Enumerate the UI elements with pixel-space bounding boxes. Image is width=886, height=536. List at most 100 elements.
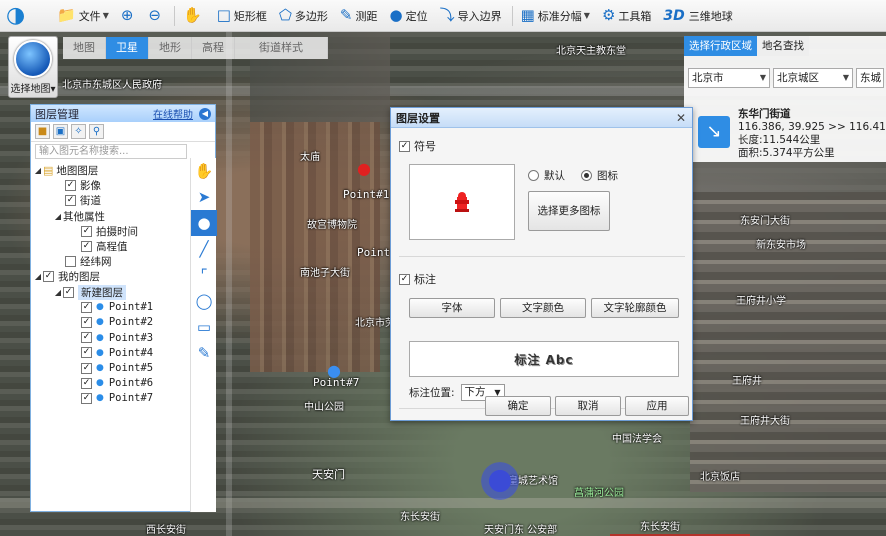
- polyline-tool[interactable]: ⌜: [191, 262, 217, 288]
- checkbox[interactable]: ✓: [81, 316, 92, 328]
- ok-button[interactable]: 确定: [485, 396, 551, 416]
- map-marker-hydrant-icon[interactable]: ●: [357, 160, 371, 178]
- zoom-out-button[interactable]: ⊖: [143, 3, 169, 29]
- help-link[interactable]: 在线帮助: [153, 106, 193, 121]
- expand-icon[interactable]: ◢: [53, 212, 63, 221]
- radio-icon[interactable]: 图标: [581, 168, 618, 183]
- map-label: 南池子大街: [300, 268, 350, 279]
- circle-tool[interactable]: ◯: [191, 288, 217, 314]
- checkbox[interactable]: ✓: [65, 180, 76, 192]
- export-region-button[interactable]: ↘: [698, 116, 730, 148]
- tree-row[interactable]: ✓ ● Point#2: [31, 315, 215, 330]
- tree-row[interactable]: ◢ ✓ 我的图层: [31, 269, 215, 284]
- font-button[interactable]: 字体: [409, 298, 495, 318]
- point-tool[interactable]: ●: [191, 210, 217, 236]
- radio-icon-label: 图标: [597, 170, 618, 182]
- radio-icon-dot[interactable]: [581, 170, 592, 181]
- checkbox[interactable]: ✓: [63, 286, 74, 298]
- district-select[interactable]: 北京城区 ▼: [773, 68, 853, 88]
- layer-tree: ◢ ▤ 地图图层 ✓ 影像 ✓ 街道 ◢ 其他属性 ✓ 拍摄时间 ✓ 高程值 经…: [31, 161, 215, 406]
- ruler-tool[interactable]: ✎: [191, 340, 217, 366]
- map-marker-point-icon[interactable]: ●: [327, 362, 341, 380]
- toolbox-button[interactable]: ⚙ 工具箱: [597, 3, 656, 29]
- tree-row[interactable]: ✓ ● Point#6: [31, 376, 215, 391]
- tree-row[interactable]: ✓ ● Point#7: [31, 391, 215, 406]
- tree-row[interactable]: ◢ ✓ 新建图层: [31, 284, 215, 300]
- tab-satellite[interactable]: 卫星: [106, 37, 149, 59]
- tree-label: Point#4: [108, 346, 154, 359]
- text-outline-color-button[interactable]: 文字轮廓颜色: [591, 298, 679, 318]
- checkbox[interactable]: ✓: [81, 225, 92, 237]
- settings-icon[interactable]: ✧: [71, 124, 86, 139]
- tree-row[interactable]: ✓ 高程值: [31, 239, 215, 254]
- import-boundary-button[interactable]: ⤵ 导入边界: [435, 3, 507, 29]
- more-icons-button[interactable]: 选择更多图标: [528, 191, 610, 231]
- globe-button[interactable]: 3D 三维地球: [658, 3, 737, 29]
- tree-row[interactable]: ✓ ● Point#5: [31, 360, 215, 375]
- checkbox[interactable]: ✓: [81, 362, 92, 374]
- line-tool[interactable]: ╱: [191, 236, 217, 262]
- apply-button[interactable]: 应用: [625, 396, 689, 416]
- expand-icon[interactable]: ◢: [53, 288, 63, 297]
- region-selects: 北京市 ▼ 北京城区 ▼ 东城: [684, 68, 886, 88]
- map-point-label[interactable]: Point#1: [343, 188, 389, 201]
- tree-row[interactable]: 经纬网: [31, 254, 215, 269]
- cancel-button[interactable]: 取消: [555, 396, 621, 416]
- checkbox[interactable]: ✓: [81, 392, 92, 404]
- label-section[interactable]: ✓ 标注: [399, 271, 436, 287]
- close-icon[interactable]: ✕: [676, 111, 686, 125]
- pan-button[interactable]: ✋: [178, 3, 210, 29]
- checkbox[interactable]: ✓: [65, 195, 76, 207]
- tab-select-region[interactable]: 选择行政区域: [684, 36, 757, 56]
- checkbox[interactable]: ✓: [81, 347, 92, 359]
- label-checkbox[interactable]: ✓: [399, 273, 410, 285]
- tree-row[interactable]: ✓ 拍摄时间: [31, 224, 215, 239]
- search-icon[interactable]: ⚲: [89, 124, 104, 139]
- tab-map[interactable]: 地图: [63, 37, 106, 59]
- checkbox[interactable]: ✓: [81, 377, 92, 389]
- tree-row[interactable]: ◢ ▤ 地图图层: [31, 163, 215, 178]
- tree-row[interactable]: ✓ ● Point#4: [31, 345, 215, 360]
- tile-menu[interactable]: ▦ 标准分幅 ▼: [516, 3, 595, 29]
- pan-tool[interactable]: ✋: [191, 158, 217, 184]
- measure-button[interactable]: ✎ 测距: [335, 3, 383, 29]
- checkbox[interactable]: ✓: [81, 332, 92, 344]
- collapse-icon[interactable]: ◀: [199, 107, 211, 120]
- tree-row[interactable]: ✓ 影像: [31, 178, 215, 193]
- map-point-label[interactable]: Point: [357, 246, 390, 259]
- subdistrict-select[interactable]: 东城: [856, 68, 884, 88]
- fire-hydrant-icon: [455, 192, 469, 212]
- open-folder-icon[interactable]: ■: [35, 124, 50, 139]
- tree-row[interactable]: ✓ ● Point#1: [31, 300, 215, 315]
- rectangle-tool[interactable]: ▭: [191, 314, 217, 340]
- tree-label: 地图图层: [56, 165, 99, 178]
- tree-row[interactable]: ◢ 其他属性: [31, 209, 215, 224]
- file-menu[interactable]: 📁 文件 ▼: [52, 3, 114, 29]
- checkbox[interactable]: [65, 256, 76, 268]
- checkbox[interactable]: ✓: [81, 301, 92, 313]
- symbol-section[interactable]: ✓ 符号: [399, 138, 436, 154]
- text-color-button[interactable]: 文字颜色: [500, 298, 586, 318]
- save-icon[interactable]: ▣: [53, 124, 68, 139]
- select-tool[interactable]: ➤: [191, 184, 217, 210]
- layer-search-input[interactable]: 输入图元名称搜索...: [35, 144, 187, 159]
- expand-icon[interactable]: ◢: [33, 166, 43, 175]
- tab-terrain[interactable]: 地形: [149, 37, 192, 59]
- checkbox[interactable]: ✓: [81, 241, 92, 253]
- tab-elevation[interactable]: 高程: [192, 37, 235, 59]
- radio-default-dot[interactable]: [528, 170, 539, 181]
- radio-default[interactable]: 默认: [528, 168, 565, 183]
- locate-button[interactable]: ● 定位: [385, 3, 433, 29]
- symbol-checkbox[interactable]: ✓: [399, 140, 410, 152]
- province-select[interactable]: 北京市 ▼: [688, 68, 770, 88]
- tree-row[interactable]: ✓ ● Point#3: [31, 330, 215, 345]
- rect-select-button[interactable]: □ 矩形框: [212, 3, 272, 29]
- tab-place-search[interactable]: 地名查找: [757, 36, 809, 56]
- checkbox[interactable]: ✓: [43, 271, 54, 283]
- zoom-in-button[interactable]: ⊕: [116, 3, 142, 29]
- tree-row[interactable]: ✓ 街道: [31, 193, 215, 208]
- select-map-button[interactable]: 选择地图▾: [8, 36, 58, 98]
- expand-icon[interactable]: ◢: [33, 272, 43, 281]
- tab-street-style[interactable]: 街道样式: [235, 37, 328, 59]
- polygon-button[interactable]: ⬠ 多边形: [274, 3, 333, 29]
